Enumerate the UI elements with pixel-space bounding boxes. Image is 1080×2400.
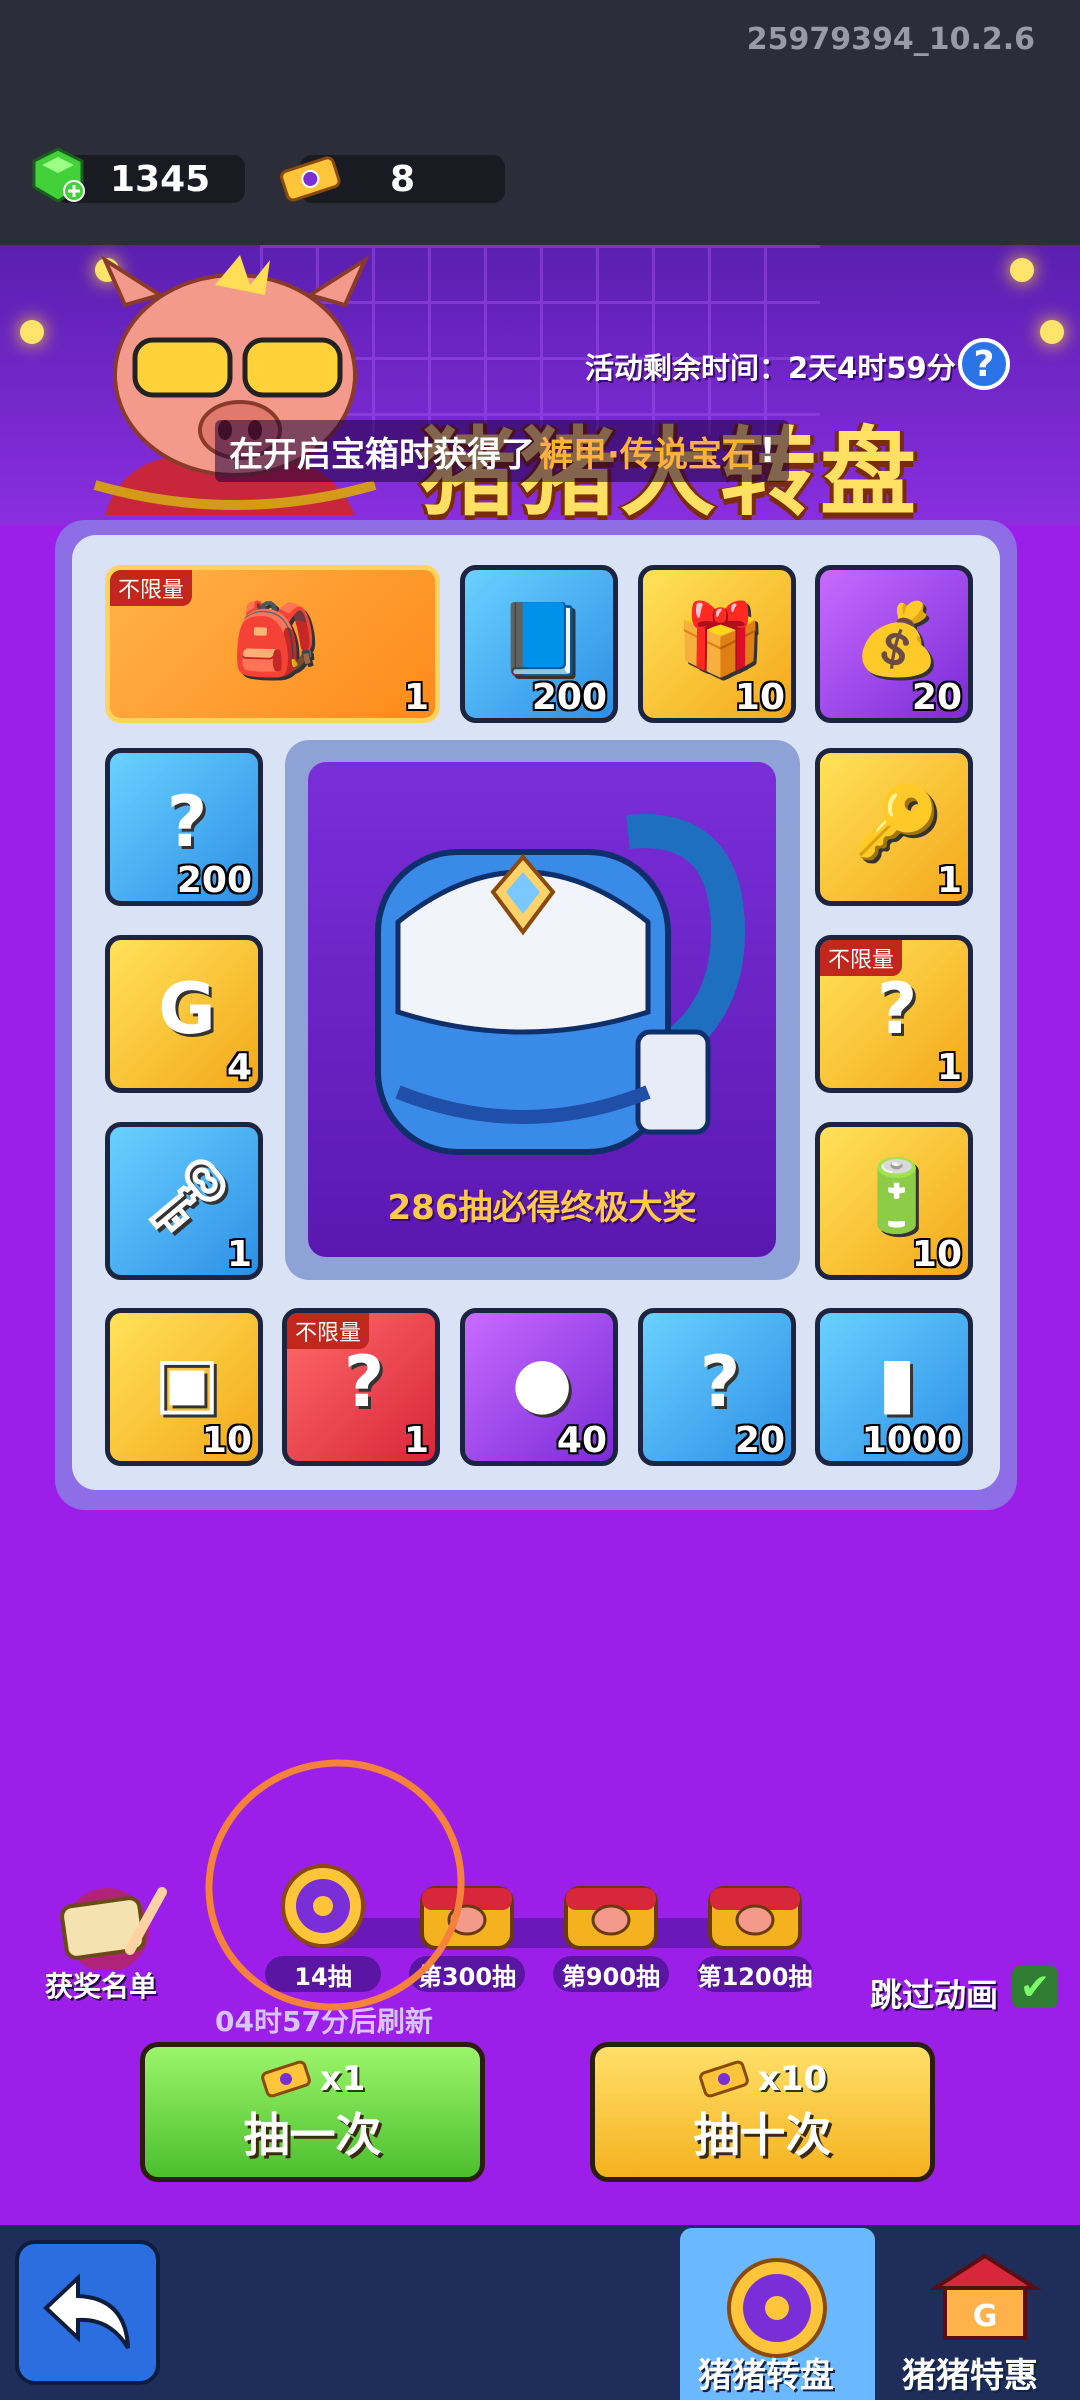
ticket-icon	[280, 156, 341, 202]
prize-quantity: 20	[734, 1420, 785, 1461]
unlimited-tag: 不限量	[287, 1313, 370, 1349]
skip-animation-label[interactable]: 跳过动画	[870, 1970, 998, 2016]
prize-cell: ▣ 10	[105, 1308, 263, 1466]
prize-cell: 🔑 1	[815, 748, 973, 906]
prize-cell: ? 20	[638, 1308, 796, 1466]
spin-token-icon	[727, 2258, 827, 2358]
tab-pig-wheel[interactable]: 猪猪转盘	[680, 2228, 875, 2400]
milestone-label: 第1200抽	[697, 1956, 813, 1992]
grand-prize-text: 286抽必得终极大奖	[387, 1188, 697, 1228]
green-gem-plus-icon[interactable]	[28, 145, 88, 205]
ticket-icon	[260, 2060, 311, 2098]
gem-count: 1345	[110, 158, 211, 200]
spin-once-cost: x1	[260, 2059, 366, 2099]
prize-cell: ? 不限量 1	[282, 1308, 440, 1466]
prize-quantity: 10	[911, 1234, 962, 1275]
pig-mascot-icon	[93, 255, 377, 515]
news-prefix: 在开启宝箱时获得了	[229, 434, 535, 475]
prize-quantity: 1000	[861, 1420, 962, 1461]
shop-stall-icon: G	[928, 2253, 1042, 2340]
news-suffix: !	[759, 431, 776, 471]
tab-pig-deals[interactable]: G 猪猪特惠	[890, 2228, 1080, 2400]
silver-key-icon: 🗝	[142, 1154, 232, 1237]
spin-once-cost-value: x1	[319, 2059, 366, 2099]
prize-quantity: 1	[403, 677, 429, 718]
pig-chest-icon[interactable]	[556, 1868, 666, 1958]
spin-once-button[interactable]: x1 抽一次	[140, 2042, 485, 2182]
prize-cell: ▮ 1000	[815, 1308, 973, 1466]
gold-g-cube-icon: G	[158, 968, 216, 1050]
prize-cell: 🗝 1	[105, 1122, 263, 1280]
prize-cell: 🎒 不限量 1	[105, 565, 440, 723]
ticket-count: 8	[389, 158, 416, 200]
ticket-icon	[699, 2060, 749, 2098]
prize-quantity: 200	[176, 860, 252, 901]
gold-key-icon: 🔑	[853, 780, 941, 863]
light-bulb	[1040, 320, 1064, 344]
prize-quantity: 1	[936, 860, 962, 901]
milestone-label: 第900抽	[553, 1956, 669, 1992]
spin-ten-label: 抽十次	[693, 2108, 832, 2162]
light-bulb	[1010, 258, 1034, 282]
highlight-circle-annotation	[172, 1725, 498, 2045]
spin-ten-button[interactable]: x10 抽十次	[590, 2042, 935, 2182]
tab-pig-wheel-label: 猪猪转盘	[698, 2356, 834, 2396]
unlimited-tag: 不限量	[820, 940, 903, 976]
spin-ten-cost-value: x10	[757, 2059, 828, 2099]
winners-list-label[interactable]: 获奖名单	[45, 1965, 157, 2005]
prize-quantity: 200	[531, 677, 607, 718]
prize-quantity: 20	[911, 677, 962, 718]
prize-quantity: 40	[556, 1420, 607, 1461]
prize-cell: 🎁 10	[638, 565, 796, 723]
prize-cell: ● 40	[460, 1308, 618, 1466]
skip-animation-checkbox[interactable]: ✔	[1012, 1966, 1058, 2008]
spin-once-label: 抽一次	[243, 2108, 382, 2162]
prize-cell: G4	[105, 935, 263, 1093]
prize-quantity: 1	[403, 1420, 429, 1461]
prize-quantity: 10	[734, 677, 785, 718]
back-button[interactable]	[15, 2240, 160, 2385]
light-bulb	[20, 320, 44, 344]
prize-cell: 🔋 10	[815, 1122, 973, 1280]
prize-cell: 📘 200	[460, 565, 618, 723]
back-arrow-icon	[42, 2272, 130, 2349]
prize-quantity: 4	[226, 1047, 252, 1088]
svg-text:G: G	[973, 2299, 998, 2334]
prize-cell: ? 200	[105, 748, 263, 906]
prize-quantity: 1	[936, 1047, 962, 1088]
version-label: 25979394_10.2.6	[746, 22, 1035, 57]
news-highlight: 裤甲·传说宝石	[539, 434, 756, 475]
spin-ten-cost: x10	[698, 2059, 827, 2099]
scroll-quill-icon[interactable]	[42, 1880, 172, 1970]
pig-chest-icon[interactable]	[700, 1868, 810, 1958]
help-button[interactable]: ?	[958, 338, 1010, 390]
unlimited-tag: 不限量	[110, 570, 193, 606]
prize-quantity: 10	[201, 1420, 252, 1461]
tab-pig-deals-label: 猪猪特惠	[902, 2356, 1038, 2396]
grand-prize-backpack-icon	[375, 814, 746, 1155]
prize-cell: ? 不限量 1	[815, 935, 973, 1093]
prize-cell: 💰 20	[815, 565, 973, 723]
event-timer: 活动剩余时间：2天4时59分	[585, 351, 956, 385]
backpack-icon: 🎒	[231, 597, 319, 680]
news-ticker: 在开启宝箱时获得了 裤甲·传说宝石 !	[215, 420, 790, 482]
prize-quantity: 1	[226, 1234, 252, 1275]
